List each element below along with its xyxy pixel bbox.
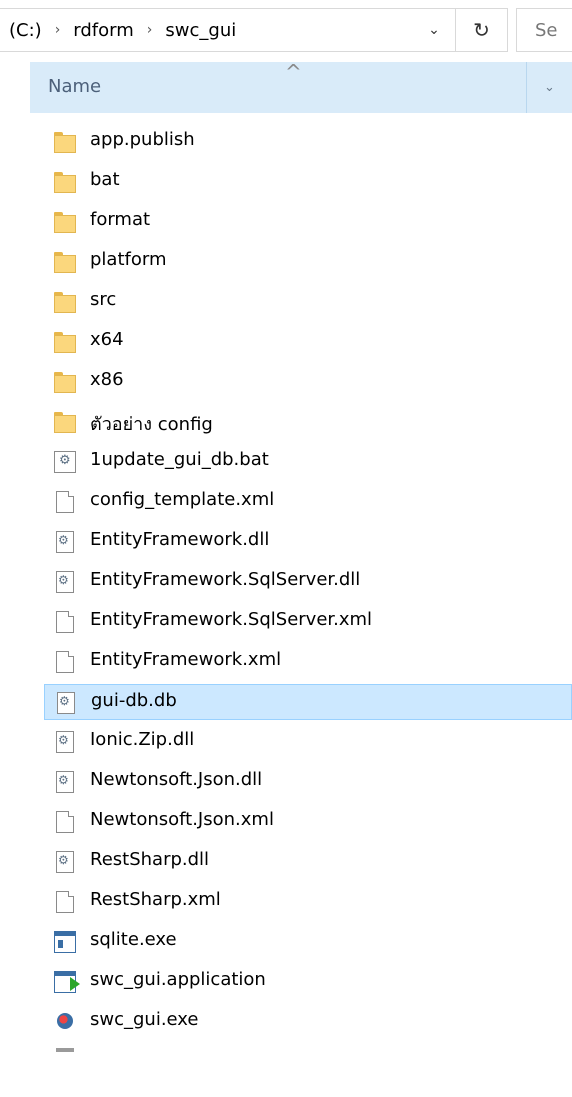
document-icon (56, 891, 74, 913)
dll-file-icon (56, 571, 74, 593)
dll-file-icon (56, 851, 74, 873)
chevron-right-icon[interactable]: › (147, 22, 153, 38)
file-item-entityframework-xml[interactable]: EntityFramework.xml (44, 644, 572, 680)
file-name: ตัวอย่าง config (90, 414, 213, 435)
file-name: platform (90, 249, 167, 270)
refresh-icon: ↻ (473, 18, 490, 42)
file-item-entityframework-sqlserver-dll[interactable]: EntityFramework.SqlServer.dll (44, 564, 572, 600)
name-column-label: Name (48, 76, 102, 97)
file-name: swc_gui.exe (90, 1009, 199, 1030)
refresh-button[interactable]: ↻ (456, 8, 508, 52)
application-manifest-icon (54, 971, 80, 993)
file-item-restsharp-dll[interactable]: RestSharp.dll (44, 844, 572, 880)
column-header: ^ Name ⌄ (0, 60, 572, 113)
search-placeholder: Se (535, 19, 558, 41)
dll-file-icon (56, 731, 74, 753)
file-name: RestSharp.xml (90, 889, 221, 910)
file-item-newtonsoft-json-xml[interactable]: Newtonsoft.Json.xml (44, 804, 572, 840)
file-item-platform[interactable]: platform (44, 244, 572, 280)
file-name: x64 (90, 329, 124, 350)
file-name: bat (90, 169, 120, 190)
breadcrumb: (C:) › rdform › swc_gui (9, 9, 236, 51)
sort-ascending-icon: ^ (285, 60, 302, 84)
folder-icon (54, 211, 76, 233)
file-name: sqlite.exe (90, 929, 177, 950)
file-name: Newtonsoft.Json.dll (90, 769, 263, 790)
file-item-gui-db-db[interactable]: gui-db.db (44, 684, 572, 720)
document-icon (56, 1048, 74, 1052)
file-item-example-config[interactable]: ตัวอย่าง config (44, 404, 572, 440)
dll-file-icon (56, 771, 74, 793)
document-icon (56, 611, 74, 633)
file-name: Newtonsoft.Json.xml (90, 809, 274, 830)
file-item-src[interactable]: src (44, 284, 572, 320)
folder-icon (54, 171, 76, 193)
folder-icon (54, 291, 76, 313)
folder-icon (54, 411, 76, 433)
folder-icon (54, 371, 76, 393)
breadcrumb-drive[interactable]: (C:) (9, 20, 42, 41)
file-item-ionic-zip-dll[interactable]: Ionic.Zip.dll (44, 724, 572, 760)
file-item-bat[interactable]: bat (44, 164, 572, 200)
chevron-down-icon: ⌄ (428, 22, 440, 38)
file-name: RestSharp.dll (90, 849, 210, 870)
bat-file-icon (54, 451, 76, 473)
file-name: format (90, 209, 151, 230)
breadcrumb-rdform[interactable]: rdform (73, 20, 133, 41)
dll-file-icon (56, 531, 74, 553)
folder-icon (54, 131, 76, 153)
file-name: EntityFramework.xml (90, 649, 282, 670)
file-name: Ionic.Zip.dll (90, 729, 195, 750)
address-bar[interactable]: (C:) › rdform › swc_gui ⌄ (0, 8, 456, 52)
folder-icon (54, 251, 76, 273)
file-item-format[interactable]: format (44, 204, 572, 240)
search-input[interactable]: Se (516, 8, 572, 52)
dll-file-icon (57, 692, 75, 714)
file-item-app-publish[interactable]: app.publish (44, 124, 572, 160)
file-item-restsharp-xml[interactable]: RestSharp.xml (44, 884, 572, 920)
document-icon (56, 811, 74, 833)
file-item-x64[interactable]: x64 (44, 324, 572, 360)
window-exe-icon (54, 931, 76, 953)
file-name: EntityFramework.SqlServer.dll (90, 569, 361, 590)
chevron-right-icon[interactable]: › (55, 22, 61, 38)
column-dropdown[interactable]: ⌄ (527, 62, 572, 113)
custom-exe-icon (54, 1011, 76, 1033)
address-history-dropdown[interactable]: ⌄ (419, 9, 449, 51)
name-column-header[interactable]: ^ Name (30, 60, 527, 113)
file-name: gui-db.db (91, 690, 177, 711)
chevron-down-icon: ⌄ (544, 80, 555, 95)
file-item-newtonsoft-json-dll[interactable]: Newtonsoft.Json.dll (44, 764, 572, 800)
document-icon (56, 491, 74, 513)
file-item-1update-gui-db-bat[interactable]: 1update_gui_db.bat (44, 444, 572, 480)
file-item-partial[interactable] (44, 1044, 572, 1080)
folder-icon (54, 331, 76, 353)
file-name: app.publish (90, 129, 195, 150)
breadcrumb-swc-gui[interactable]: swc_gui (165, 20, 236, 41)
file-item-swc-gui-exe[interactable]: swc_gui.exe (44, 1004, 572, 1040)
file-name: EntityFramework.SqlServer.xml (90, 609, 373, 630)
file-item-swc-gui-application[interactable]: swc_gui.application (44, 964, 572, 1000)
file-name: src (90, 289, 117, 310)
file-item-sqlite-exe[interactable]: sqlite.exe (44, 924, 572, 960)
file-item-config-template-xml[interactable]: config_template.xml (44, 484, 572, 520)
file-name: config_template.xml (90, 489, 275, 510)
address-bar-row: (C:) › rdform › swc_gui ⌄ ↻ Se (0, 0, 572, 62)
file-name: swc_gui.application (90, 969, 266, 990)
file-item-entityframework-sqlserver-xml[interactable]: EntityFramework.SqlServer.xml (44, 604, 572, 640)
file-name: 1update_gui_db.bat (90, 449, 269, 470)
file-item-x86[interactable]: x86 (44, 364, 572, 400)
file-item-entityframework-dll[interactable]: EntityFramework.dll (44, 524, 572, 560)
document-icon (56, 651, 74, 673)
file-name: x86 (90, 369, 124, 390)
file-name: EntityFramework.dll (90, 529, 270, 550)
